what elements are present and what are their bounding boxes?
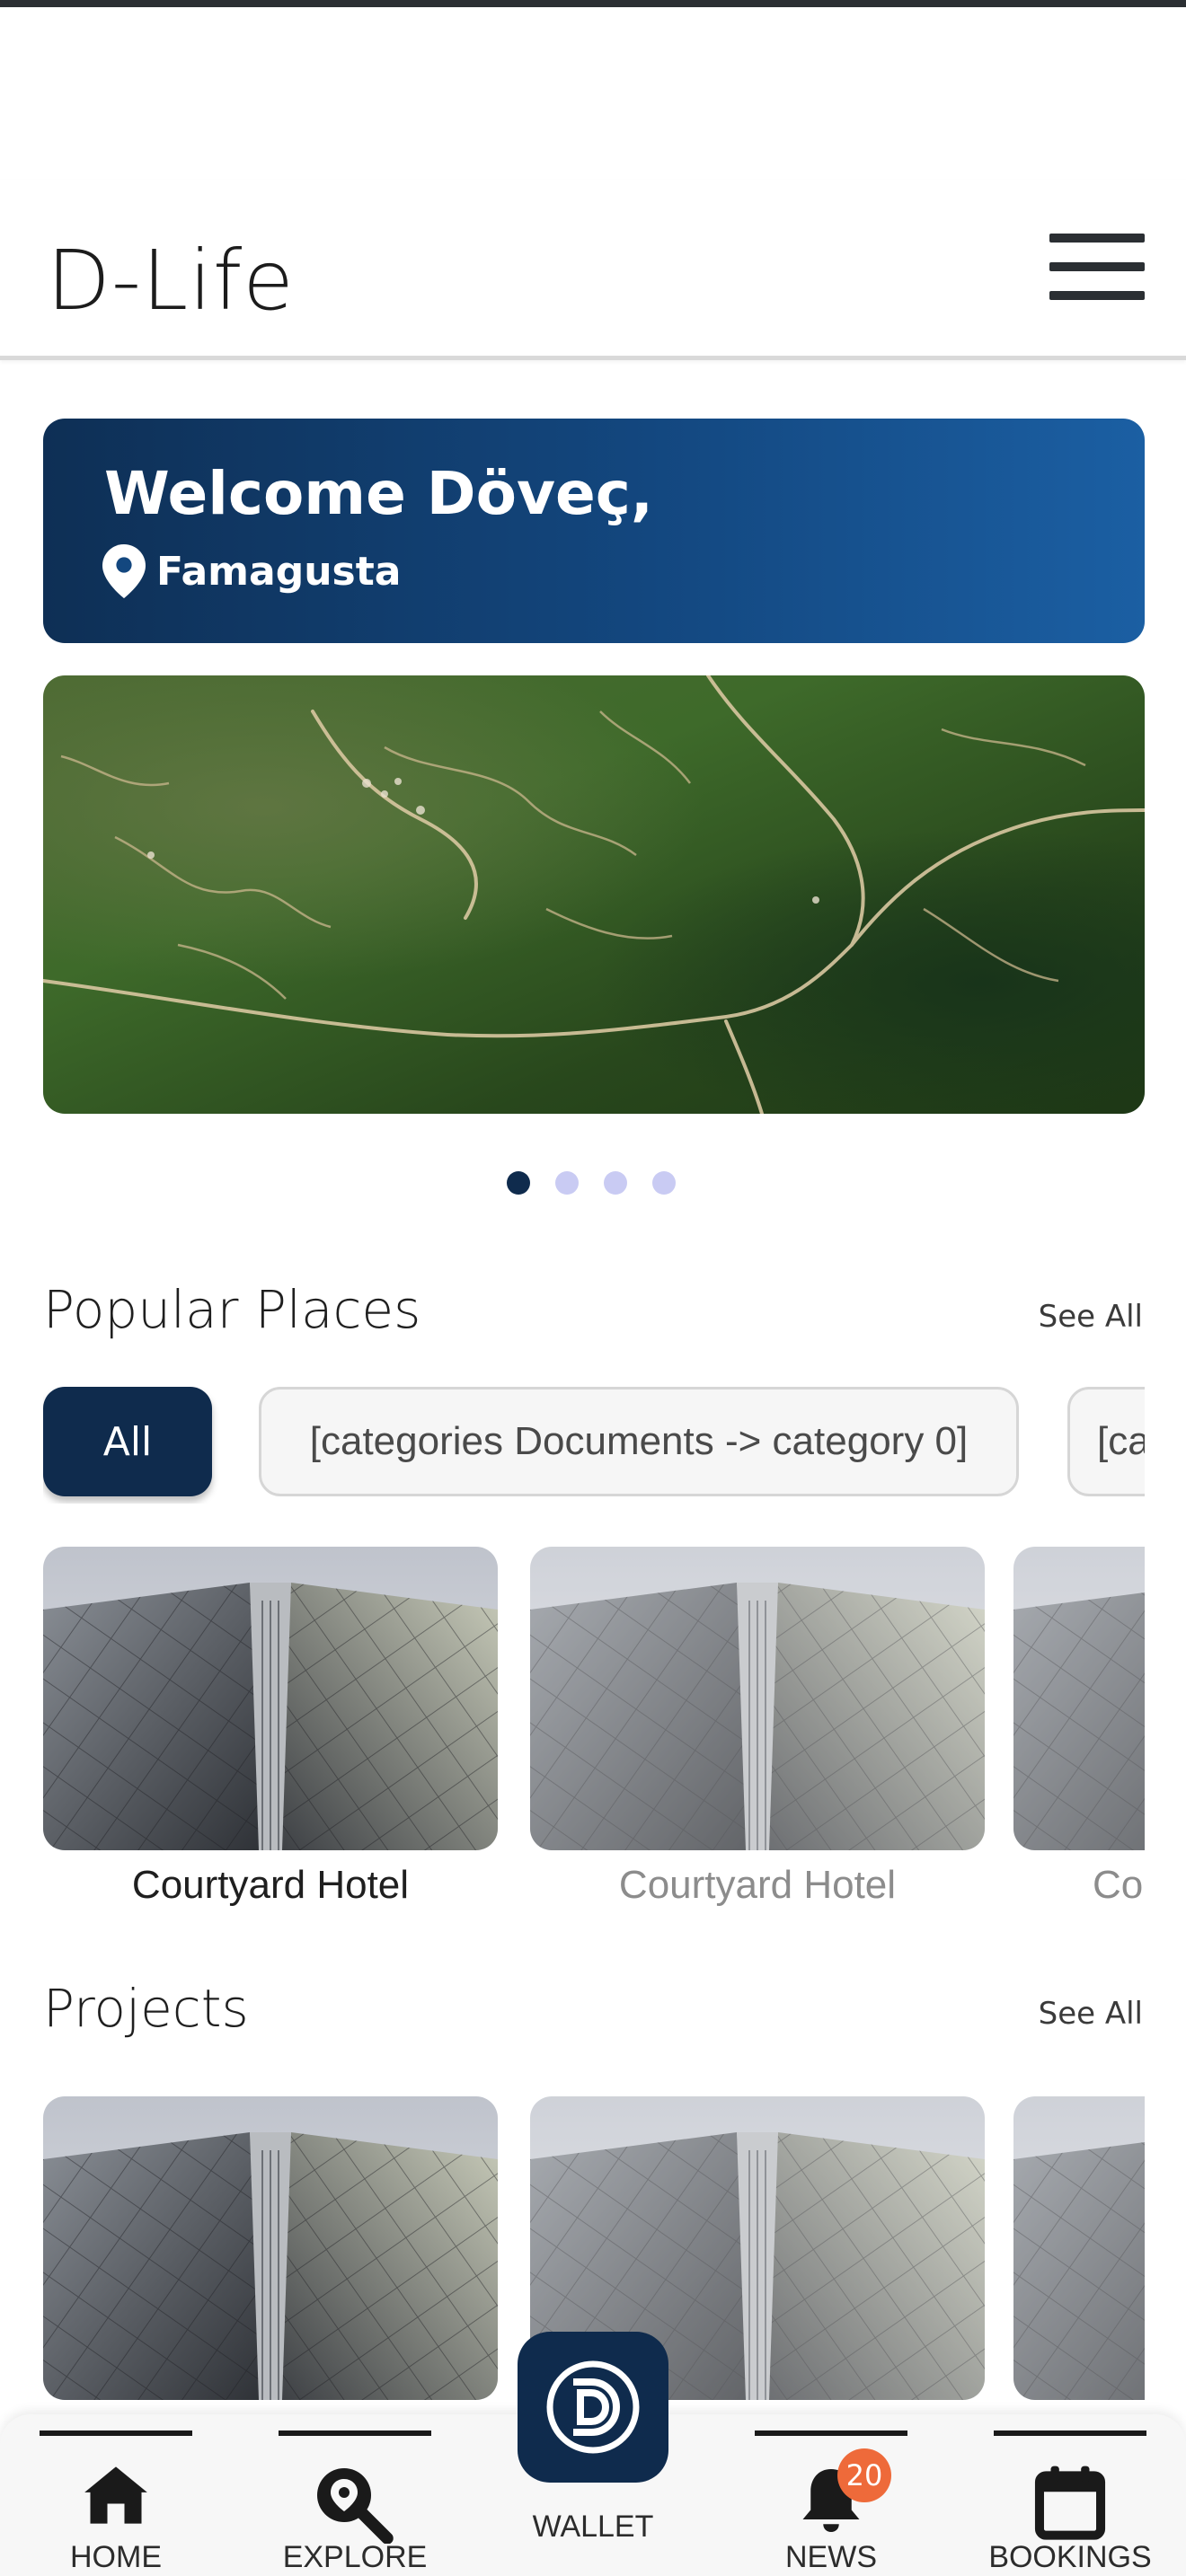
popular-places-title: Popular Places	[43, 1279, 421, 1340]
status-bar	[0, 0, 1186, 7]
project-card-image	[1013, 2096, 1145, 2400]
nav-indicator	[994, 2430, 1146, 2436]
place-card-title: Courtyard Hotel	[618, 1863, 897, 1907]
aerial-landscape-image	[43, 675, 1145, 1114]
welcome-greeting: Welcome Döveç,	[104, 459, 653, 528]
chip-all[interactable]: All	[43, 1387, 212, 1496]
nav-news-label: NEWS	[785, 2540, 877, 2574]
app-title: D-Life	[47, 233, 295, 329]
nav-home[interactable]: HOME	[40, 2414, 192, 2576]
place-card[interactable]: Courtyard Hotel	[530, 1547, 985, 1908]
app-header: D-Life	[0, 180, 1186, 360]
nav-home-label: HOME	[70, 2540, 162, 2574]
location-row: Famagusta	[102, 544, 401, 598]
nav-bookings-label: BOOKINGS	[988, 2540, 1152, 2574]
nav-indicator	[279, 2430, 431, 2436]
nav-indicator	[40, 2430, 192, 2436]
home-icon	[84, 2466, 147, 2524]
projects-see-all-link[interactable]: See All	[1039, 1996, 1143, 2032]
nav-bookings[interactable]: BOOKINGS	[988, 2414, 1152, 2576]
projects-title: Projects	[43, 1978, 249, 2039]
d-logo-icon	[546, 2360, 640, 2454]
nav-wallet-label: WALLET	[532, 2510, 654, 2544]
location-label: Famagusta	[156, 548, 402, 595]
place-card-title: Courtyard Hotel	[131, 1863, 410, 1907]
project-card[interactable]	[1013, 2096, 1145, 2400]
chip-category-0[interactable]: [categories Documents -> category 0]	[259, 1387, 1019, 1496]
hamburger-menu-icon[interactable]	[1049, 234, 1145, 302]
map-pin-icon	[102, 544, 146, 598]
nav-explore[interactable]: EXPLORE	[279, 2414, 431, 2576]
nav-indicator	[755, 2430, 907, 2436]
nav-news[interactable]: 20 NEWS	[755, 2414, 907, 2576]
carousel-dot-2[interactable]	[555, 1171, 579, 1195]
place-card[interactable]: Courtyard Hotel	[1013, 1547, 1145, 1908]
popular-places-list: Courtyard Hotel Courtyard Hotel Courtyar…	[43, 1547, 1145, 1915]
place-card-image	[43, 1547, 498, 1850]
carousel-indicator	[507, 1171, 676, 1195]
place-card[interactable]: Courtyard Hotel	[43, 1547, 498, 1908]
popular-see-all-link[interactable]: See All	[1039, 1299, 1143, 1335]
welcome-card: Welcome Döveç, Famagusta	[43, 419, 1145, 643]
calendar-icon	[1034, 2466, 1106, 2540]
place-card-image	[530, 1547, 985, 1850]
category-chips: All [categories Documents -> category 0]…	[43, 1387, 1145, 1504]
project-card-image	[43, 2096, 498, 2400]
nav-explore-label: EXPLORE	[282, 2540, 428, 2574]
project-card[interactable]	[43, 2096, 498, 2400]
news-count-badge: 20	[837, 2448, 891, 2502]
carousel-dot-1[interactable]	[507, 1171, 530, 1195]
carousel-dot-3[interactable]	[604, 1171, 627, 1195]
place-card-title: Courtyard Hotel	[1093, 1863, 1145, 1907]
place-card-image	[1013, 1547, 1145, 1850]
banner-carousel-image[interactable]	[43, 675, 1145, 1114]
search-pin-icon	[317, 2468, 394, 2544]
wallet-button[interactable]	[518, 2332, 668, 2483]
carousel-dot-4[interactable]	[652, 1171, 676, 1195]
chip-category-1[interactable]: [categories Documents -> category 1]	[1067, 1387, 1145, 1496]
